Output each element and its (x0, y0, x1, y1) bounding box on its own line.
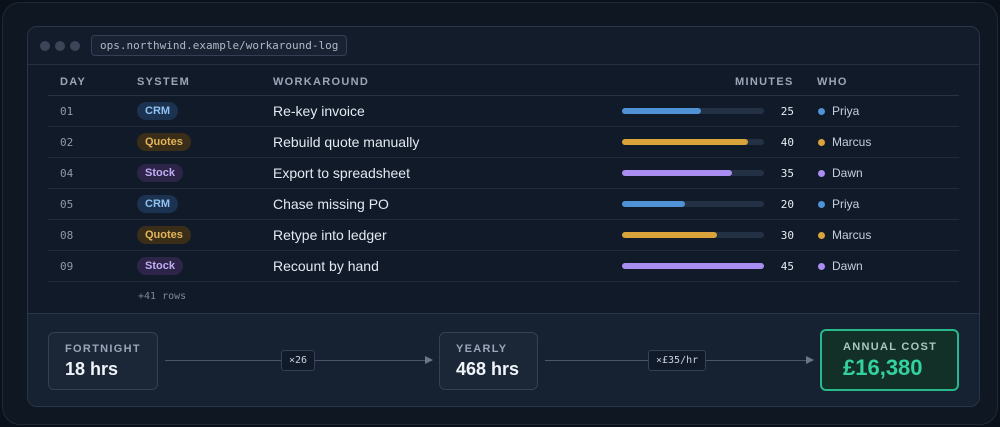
minimize-window-dot[interactable] (55, 41, 65, 51)
minutes-bar-fill (622, 139, 749, 145)
table-row[interactable]: 02 Quotes Rebuild quote manually 40 Marcus (48, 127, 959, 158)
browser-window: ops.northwind.example/workaround-log DAY… (27, 26, 980, 407)
owner-name: Priya (832, 104, 860, 118)
column-header-who[interactable]: WHO (817, 76, 848, 88)
table-row[interactable]: 04 Stock Export to spreadsheet 35 Dawn (48, 158, 959, 189)
minutes-value: 20 (780, 198, 794, 211)
minutes-value: 35 (780, 167, 794, 180)
system-badge: Quotes (137, 226, 191, 244)
cost-summary: FORTNIGHT 18 hrs ×26 YEARLY 468 hrs ×£35… (28, 313, 979, 406)
table-row[interactable]: 05 CRM Chase missing PO 20 Priya (48, 189, 959, 220)
system-badge: Stock (137, 257, 183, 275)
system-badge: CRM (137, 195, 179, 213)
annual-cost-value: £16,380 (843, 355, 923, 380)
yearly-label: YEARLY (456, 343, 508, 355)
annual-cost-label: ANNUAL COST (843, 341, 938, 353)
minutes-bar-fill (622, 263, 764, 269)
minutes-value: 40 (780, 136, 794, 149)
system-badge: Quotes (137, 133, 191, 151)
multiplier-weeks: ×26 (281, 350, 316, 371)
minutes-bar-fill (622, 232, 717, 238)
workaround-text: Chase missing PO (273, 196, 389, 212)
owner-dot (818, 232, 825, 239)
minutes-bar-fill (622, 170, 733, 176)
row-day: 02 (60, 136, 74, 149)
workaround-text: Retype into ledger (273, 227, 387, 243)
table-row[interactable]: 09 Stock Recount by hand 45 Dawn (48, 251, 959, 282)
annual-cost-box: ANNUAL COST £16,380 (820, 329, 959, 391)
minutes-bar (622, 263, 764, 269)
owner-name: Priya (832, 197, 860, 211)
table-row[interactable]: 01 CRM Re-key invoice 25 Priya (48, 96, 959, 127)
row-day: 01 (60, 105, 74, 118)
owner-name: Marcus (832, 228, 872, 242)
close-window-dot[interactable] (40, 41, 50, 51)
column-header-workaround[interactable]: WORKAROUND (273, 76, 369, 88)
minutes-bar-fill (622, 108, 701, 114)
fortnight-value: 18 hrs (65, 359, 119, 379)
more-rows-link[interactable]: +41 rows (138, 291, 186, 302)
column-header-system[interactable]: SYSTEM (137, 76, 190, 88)
workaround-text: Re-key invoice (273, 103, 365, 119)
title-bar: ops.northwind.example/workaround-log (28, 27, 979, 65)
minutes-bar-fill (622, 201, 686, 207)
minutes-value: 30 (780, 229, 794, 242)
owner-dot (818, 108, 825, 115)
row-day: 04 (60, 167, 74, 180)
workaround-text: Rebuild quote manually (273, 134, 420, 150)
owner-name: Dawn (832, 259, 863, 273)
minutes-value: 25 (780, 105, 794, 118)
row-day: 08 (60, 229, 74, 242)
address-bar[interactable]: ops.northwind.example/workaround-log (91, 35, 348, 56)
row-day: 05 (60, 198, 74, 211)
minutes-bar (622, 232, 764, 238)
minutes-value: 45 (780, 260, 794, 273)
owner-dot (818, 263, 825, 270)
minutes-bar (622, 201, 764, 207)
workaround-text: Recount by hand (273, 258, 379, 274)
minutes-bar (622, 170, 764, 176)
owner-dot (818, 139, 825, 146)
workaround-text: Export to spreadsheet (273, 165, 410, 181)
maximize-window-dot[interactable] (70, 41, 80, 51)
table-header: DAY SYSTEM WORKAROUND MINUTES WHO (48, 65, 959, 96)
owner-name: Marcus (832, 135, 872, 149)
column-header-day[interactable]: DAY (60, 76, 86, 88)
owner-name: Dawn (832, 166, 863, 180)
system-badge: CRM (137, 102, 179, 120)
yearly-box: YEARLY 468 hrs (439, 332, 538, 390)
owner-dot (818, 201, 825, 208)
minutes-bar (622, 108, 764, 114)
system-badge: Stock (137, 164, 183, 182)
column-header-minutes[interactable]: MINUTES (735, 76, 794, 88)
owner-dot (818, 170, 825, 177)
minutes-bar (622, 139, 764, 145)
app-frame: ops.northwind.example/workaround-log DAY… (2, 2, 998, 425)
row-day: 09 (60, 260, 74, 273)
multiplier-rate: ×£35/hr (648, 350, 707, 371)
fortnight-box: FORTNIGHT 18 hrs (48, 332, 158, 390)
yearly-value: 468 hrs (456, 359, 520, 379)
fortnight-label: FORTNIGHT (65, 343, 141, 355)
table-row[interactable]: 08 Quotes Retype into ledger 30 Marcus (48, 220, 959, 251)
